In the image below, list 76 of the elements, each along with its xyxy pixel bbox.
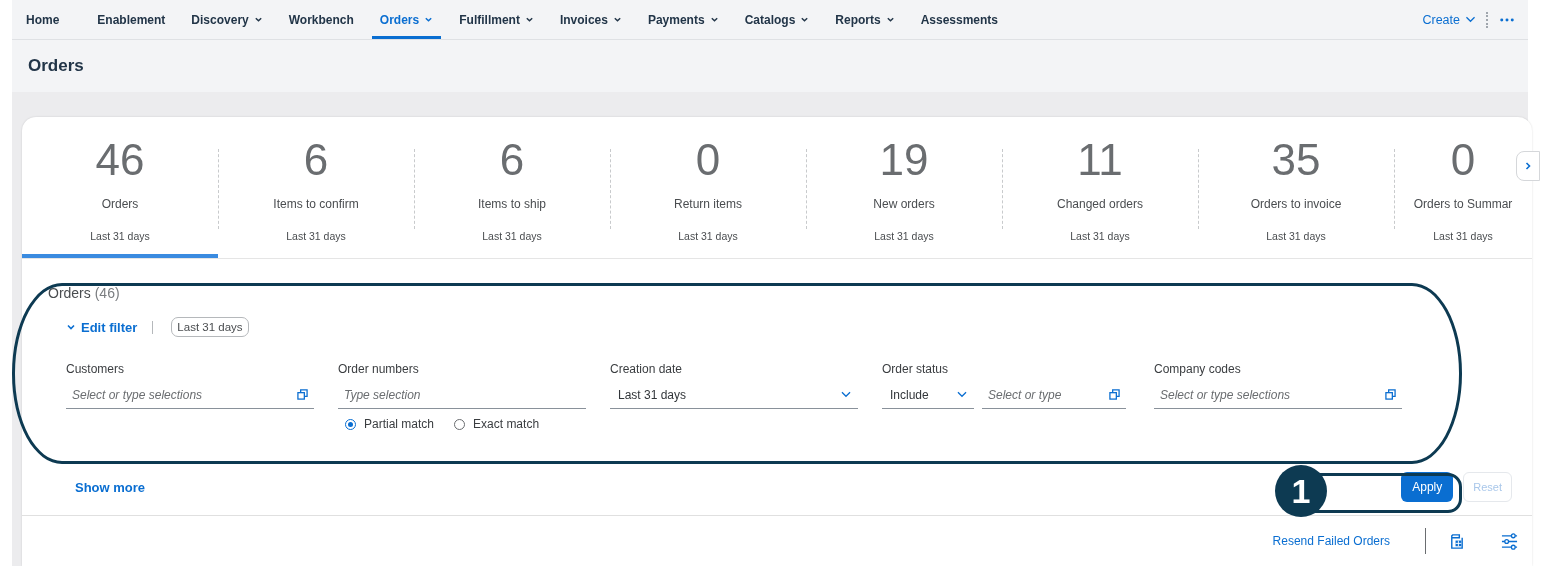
kpi-label: Items to confirm: [273, 197, 359, 211]
field-label: Company codes: [1154, 362, 1242, 376]
show-more-link[interactable]: Show more: [75, 479, 146, 495]
kpi-label: Orders to Summar: [1413, 197, 1513, 211]
nav-tab[interactable]: Enablement: [89, 0, 174, 39]
select-field[interactable]: Last 31 days: [610, 381, 858, 409]
kpi-value: 35: [1271, 135, 1321, 185]
field-label: Order status: [882, 362, 950, 376]
kpi-value: 6: [499, 135, 525, 185]
field-label: Creation date: [610, 362, 684, 376]
more-icon[interactable]: [1500, 17, 1514, 22]
kpi-value: 0: [695, 135, 721, 185]
nav-tab[interactable]: Invoices: [551, 0, 630, 39]
select-field[interactable]: Include: [882, 381, 974, 409]
nav-tab[interactable]: Reports: [827, 0, 903, 39]
nav-tab[interactable]: Assessments: [912, 0, 1007, 39]
radio-option[interactable]: Exact match: [454, 417, 540, 431]
kpi-value: 0: [1450, 135, 1476, 185]
nav-tab[interactable]: Workbench: [280, 0, 362, 39]
nav-tab[interactable]: Fulfillment: [451, 0, 542, 39]
kpi-period: Last 31 days: [874, 230, 934, 242]
create-menu[interactable]: Create: [1422, 12, 1476, 27]
nav-tab[interactable]: Catalogs: [736, 0, 818, 39]
chevron-down-icon: [956, 390, 968, 399]
kpi-label: Changed orders: [1056, 197, 1144, 211]
kpi-tile[interactable]: 19 New orders Last 31 days: [806, 117, 1002, 258]
kpi-tile[interactable]: 35 Orders to invoice Last 31 days: [1198, 117, 1394, 258]
section-title: Orders: [48, 285, 91, 301]
table-icon[interactable]: [1448, 532, 1465, 550]
field-label: Order numbers: [338, 362, 420, 376]
chevron-right-icon: [1523, 161, 1533, 171]
kpi-value: 19: [879, 135, 929, 185]
kpi-tile[interactable]: 11 Changed orders Last 31 days: [1002, 117, 1198, 258]
kpi-period: Last 31 days: [678, 230, 738, 242]
value-help-icon[interactable]: [297, 389, 308, 400]
nav-tab[interactable]: Orders: [371, 0, 442, 39]
kpi-tile[interactable]: 0 Orders to Summar Last 31 days: [1394, 117, 1532, 258]
chevron-down-icon: [840, 390, 852, 399]
kpi-tile[interactable]: 0 Return items Last 31 days: [610, 117, 806, 258]
chevron-down-icon: [1465, 15, 1476, 24]
apply-button[interactable]: Apply: [1401, 472, 1454, 502]
kpi-label: New orders: [873, 197, 935, 211]
nav-tab[interactable]: Discovery: [183, 0, 271, 39]
edit-filter-toggle[interactable]: Edit filter: [66, 319, 138, 335]
kpi-period: Last 31 days: [482, 230, 542, 242]
multi-select-field[interactable]: Select or type selections: [66, 381, 314, 409]
settings-icon[interactable]: [1501, 532, 1518, 550]
kpi-tile[interactable]: 46 Orders Last 31 days: [22, 117, 218, 258]
page-title: Orders: [28, 56, 84, 76]
kpi-label: Items to ship: [478, 197, 546, 211]
resend-link[interactable]: Resend Failed Orders: [1272, 534, 1390, 548]
kpi-period: Last 31 days: [90, 230, 150, 242]
kpi-tile[interactable]: 6 Items to confirm Last 31 days: [218, 117, 414, 258]
kpi-period: Last 31 days: [1266, 230, 1326, 242]
filter-chip: Last 31 days: [171, 317, 249, 337]
nav-tab[interactable]: Payments: [639, 0, 727, 39]
kpi-period: Last 31 days: [286, 230, 346, 242]
order-count: (46): [94, 285, 120, 301]
kpi-tile[interactable]: 6 Items to ship Last 31 days: [414, 117, 610, 258]
kpi-label: Orders: [101, 197, 139, 211]
kpi-value: 11: [1077, 135, 1123, 185]
kpi-label: Return items: [674, 197, 742, 211]
input-field[interactable]: Type selection: [338, 381, 586, 409]
chevron-icon: [66, 322, 76, 332]
nav-tab[interactable]: Home: [26, 0, 68, 39]
kpi-label: Orders to invoice: [1250, 197, 1342, 211]
multi-select-field[interactable]: Select or type selections: [1154, 381, 1402, 409]
kpi-value: 6: [303, 135, 329, 185]
kpi-period: Last 31 days: [1433, 230, 1493, 242]
kpi-value: 46: [95, 135, 145, 185]
multi-select-field[interactable]: Select or type: [982, 381, 1126, 409]
value-help-icon[interactable]: [1109, 389, 1120, 400]
radio-option[interactable]: Partial match: [345, 417, 435, 431]
value-help-icon[interactable]: [1385, 389, 1396, 400]
field-label: Customers: [66, 362, 125, 376]
kpi-period: Last 31 days: [1070, 230, 1130, 242]
